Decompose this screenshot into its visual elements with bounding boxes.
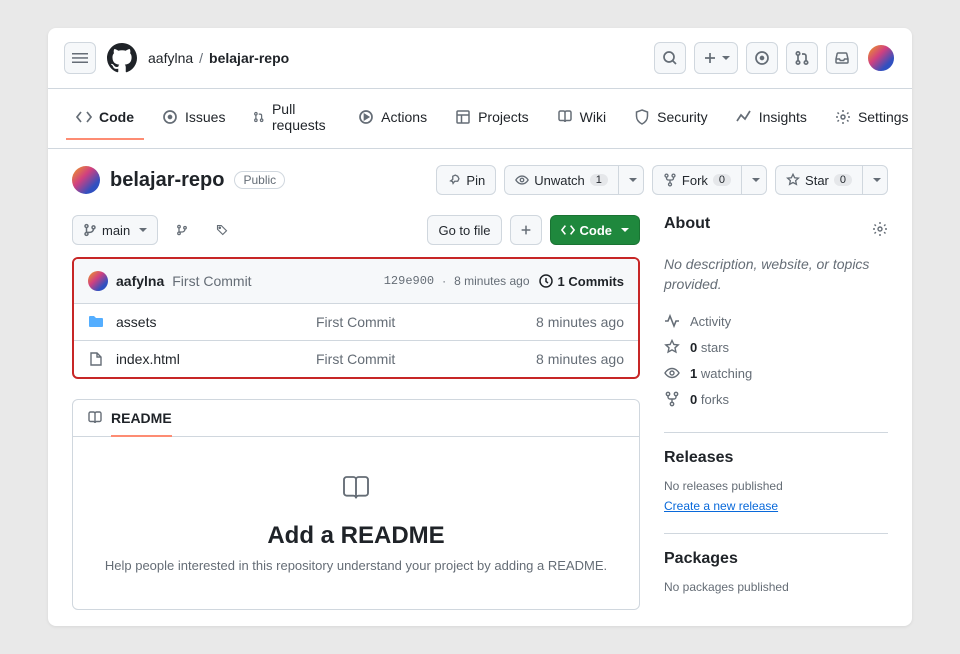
file-name: assets — [116, 314, 316, 330]
star-dropdown[interactable] — [862, 165, 888, 195]
file-time: 8 minutes ago — [536, 351, 624, 367]
tab-actions[interactable]: Actions — [348, 97, 437, 140]
star-button[interactable]: Star0 — [775, 165, 862, 195]
commit-sha[interactable]: 129e900 — [384, 274, 434, 288]
tab-security[interactable]: Security — [624, 97, 718, 140]
file-time: 8 minutes ago — [536, 314, 624, 330]
add-menu[interactable] — [694, 42, 738, 74]
tab-settings[interactable]: Settings — [825, 97, 912, 140]
tab-wiki[interactable]: Wiki — [547, 97, 616, 140]
file-listing: aafylna First Commit 129e900 · 8 minutes… — [72, 257, 640, 379]
breadcrumb-sep: / — [199, 50, 203, 66]
tab-issues-label: Issues — [185, 109, 225, 125]
stars-link[interactable]: 0 stars — [664, 334, 888, 360]
unwatch-button[interactable]: Unwatch1 — [504, 165, 618, 195]
tab-pulls-label: Pull requests — [272, 101, 330, 133]
book-icon — [93, 473, 619, 508]
create-release-link[interactable]: Create a new release — [664, 499, 778, 513]
readme-help: Help people interested in this repositor… — [93, 558, 619, 573]
file-row[interactable]: index.htmlFirst Commit8 minutes ago — [74, 341, 638, 377]
readme-title: Add a README — [93, 522, 619, 550]
book-icon — [87, 410, 103, 426]
file-icon — [88, 351, 104, 367]
commits-link[interactable]: 1 Commits — [538, 273, 624, 289]
packages-none: No packages published — [664, 580, 888, 594]
tab-security-label: Security — [657, 109, 708, 125]
file-row[interactable]: assetsFirst Commit8 minutes ago — [74, 304, 638, 341]
file-name: index.html — [116, 351, 316, 367]
tab-actions-label: Actions — [381, 109, 427, 125]
commit-author[interactable]: aafylna — [116, 273, 164, 289]
tab-code-label: Code — [99, 109, 134, 125]
tab-projects-label: Projects — [478, 109, 529, 125]
tab-pulls[interactable]: Pull requests — [243, 89, 340, 148]
file-commit-msg: First Commit — [316, 351, 536, 367]
fork-button[interactable]: Fork0 — [652, 165, 741, 195]
gotofile-button[interactable]: Go to file — [427, 215, 501, 245]
about-settings-button[interactable] — [872, 221, 888, 240]
folder-icon — [88, 314, 104, 330]
tab-issues[interactable]: Issues — [152, 97, 235, 140]
pulls-shortcut[interactable] — [786, 42, 818, 74]
avatar[interactable] — [866, 43, 896, 73]
hamburger-menu[interactable] — [64, 42, 96, 74]
tab-insights-label: Insights — [759, 109, 807, 125]
readme-panel: README Add a README Help people interest… — [72, 399, 640, 610]
fork-count: 0 — [713, 174, 731, 186]
tags-link[interactable] — [206, 215, 238, 245]
breadcrumb-owner[interactable]: aafylna — [148, 50, 193, 66]
tab-code[interactable]: Code — [66, 97, 144, 140]
repo-nav: Code Issues Pull requests Actions Projec… — [48, 89, 912, 149]
branch-select[interactable]: main — [72, 215, 158, 245]
activity-link[interactable]: Activity — [664, 308, 888, 334]
about-description: No description, website, or topics provi… — [664, 255, 888, 294]
forks-link[interactable]: 0 forks — [664, 386, 888, 412]
visibility-badge: Public — [234, 171, 285, 189]
tab-projects[interactable]: Projects — [445, 97, 539, 140]
packages-heading: Packages — [664, 550, 888, 568]
commit-time: 8 minutes ago — [454, 274, 529, 288]
releases-heading: Releases — [664, 449, 888, 467]
watching-link[interactable]: 1 watching — [664, 360, 888, 386]
inbox-button[interactable] — [826, 42, 858, 74]
code-button[interactable]: Code — [550, 215, 641, 245]
fork-dropdown[interactable] — [741, 165, 767, 195]
breadcrumb: aafylna / belajar-repo — [148, 50, 289, 66]
commit-sep: · — [442, 274, 446, 288]
search-button[interactable] — [654, 42, 686, 74]
star-count: 0 — [834, 174, 852, 186]
unwatch-count: 1 — [590, 174, 608, 186]
commit-author-avatar[interactable] — [88, 271, 108, 291]
breadcrumb-repo[interactable]: belajar-repo — [209, 50, 289, 66]
branches-link[interactable] — [166, 215, 198, 245]
repo-title: belajar-repo — [110, 169, 224, 192]
repo-owner-avatar — [72, 166, 100, 194]
tab-settings-label: Settings — [858, 109, 909, 125]
unwatch-dropdown[interactable] — [618, 165, 644, 195]
releases-none: No releases published — [664, 479, 888, 493]
pin-button[interactable]: Pin — [436, 165, 496, 195]
about-heading: About — [664, 215, 710, 233]
github-logo-icon[interactable] — [106, 42, 138, 74]
issues-shortcut[interactable] — [746, 42, 778, 74]
tab-wiki-label: Wiki — [580, 109, 606, 125]
commit-message[interactable]: First Commit — [172, 273, 251, 289]
add-file-button[interactable] — [510, 215, 542, 245]
file-commit-msg: First Commit — [316, 314, 536, 330]
tab-insights[interactable]: Insights — [726, 97, 817, 140]
readme-tab[interactable]: README — [111, 410, 172, 437]
